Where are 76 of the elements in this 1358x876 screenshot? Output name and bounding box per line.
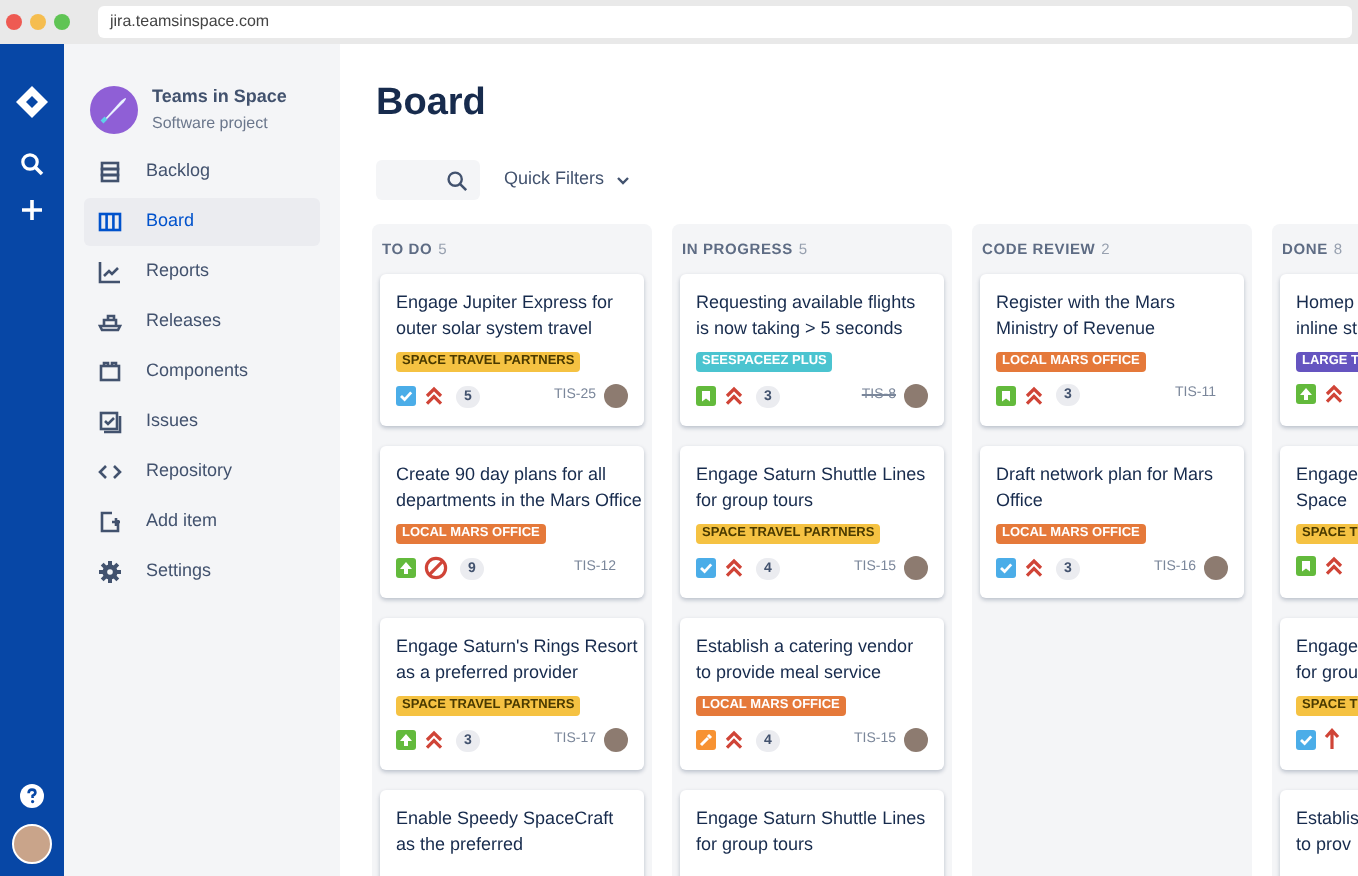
double-chevron-up-icon [1024, 385, 1044, 405]
nav-item[interactable]: Repository [84, 447, 320, 495]
double-chevron-up-icon [1024, 558, 1044, 578]
search-field[interactable] [376, 160, 480, 200]
assignee-avatar[interactable] [604, 384, 628, 408]
project-avatar[interactable] [90, 85, 138, 134]
search-icon[interactable] [20, 152, 44, 176]
plus-icon[interactable] [20, 198, 44, 222]
arrow-up-icon [396, 558, 416, 578]
double-chevron-up-icon [724, 730, 744, 750]
issue-summary: Establish a catering vendor to provide meal service [696, 634, 914, 686]
nav-item[interactable]: Components [84, 347, 320, 395]
project-type: Software project [152, 111, 270, 135]
issue-card[interactable]: Enable Speedy SpaceCraft as the preferred [380, 790, 644, 876]
issue-summary: Create 90 day plans for all departments in the Mars Office [396, 462, 642, 514]
ship-icon [98, 309, 122, 333]
double-chevron-up-icon [724, 558, 744, 578]
checkbox-icon [396, 386, 416, 406]
bookmark-icon [996, 385, 1016, 405]
issue-card[interactable]: Engage Saturn Shuttle Lines for group tours [680, 790, 944, 876]
project-name: Teams in Space [152, 84, 287, 110]
double-chevron-up-icon [424, 730, 444, 750]
chevron-down-icon [616, 175, 631, 185]
assignee-avatar[interactable] [904, 556, 928, 580]
assignee-avatar[interactable] [1204, 556, 1228, 580]
nav-item[interactable]: Board [84, 197, 320, 245]
component-icon [98, 359, 122, 383]
assignee-avatar[interactable] [904, 728, 928, 752]
double-chevron-up-icon [424, 386, 444, 406]
arrow-up-icon [1296, 384, 1316, 404]
issue-card[interactable]: Establis to prov [1280, 790, 1358, 876]
nav-item[interactable]: Reports [84, 247, 320, 295]
nav-item[interactable]: Add item [84, 497, 320, 545]
bookmark-icon [1296, 556, 1316, 576]
issue-summary: Engage Saturn's Rings Resort as a preferred provider [396, 634, 638, 686]
columns-icon [98, 209, 122, 233]
logo-icon[interactable] [14, 84, 50, 120]
issue-summary: Engage Space [1296, 462, 1358, 514]
gear-icon [98, 559, 122, 583]
issue-summary: Engage Saturn Shuttle Lines for group tours [696, 462, 926, 514]
search-icon [446, 169, 468, 191]
backlog-icon [98, 159, 122, 183]
issue-summary: Homep inline st [1296, 290, 1358, 342]
assignee-avatar[interactable] [904, 384, 928, 408]
user-avatar[interactable] [12, 824, 52, 864]
issue-summary: Engage Jupiter Express for outer solar system travel [396, 290, 614, 342]
issue-summary: Enable Speedy SpaceCraft as the preferred [396, 806, 614, 858]
blocked-icon [424, 556, 448, 580]
issue-summary: Engage Saturn Shuttle Lines for group tours [696, 806, 926, 858]
issue-summary: Establis to prov [1296, 806, 1358, 858]
issue-summary: Register with the Mars Ministry of Revenue [996, 290, 1176, 342]
double-chevron-up-icon [1324, 556, 1344, 576]
arrow-up-icon [1324, 728, 1340, 750]
quick-filters-dropdown[interactable]: Quick Filters [504, 166, 631, 194]
assignee-avatar[interactable] [604, 728, 628, 752]
address-field[interactable]: jira.teamsinspace.com [98, 6, 1352, 38]
checkbox-icon [1296, 729, 1316, 749]
issue-summary: Engage for grou [1296, 634, 1358, 686]
page-title: Board [376, 80, 488, 128]
checkbox-icon [696, 558, 716, 578]
issue-summary: Draft network plan for Mars Office [996, 462, 1214, 514]
nav-item[interactable]: Backlog [84, 147, 320, 195]
checkbox-icon [996, 558, 1016, 578]
double-chevron-up-icon [1324, 384, 1344, 404]
help-icon[interactable] [20, 784, 44, 808]
nav-item[interactable]: Issues [84, 397, 320, 445]
bookmark-icon [696, 386, 716, 406]
code-icon [98, 459, 122, 483]
issues-icon [98, 409, 122, 433]
nav-item[interactable]: Releases [84, 297, 320, 345]
double-chevron-up-icon [724, 386, 744, 406]
chart-icon [98, 259, 122, 283]
arrow-up-icon [396, 730, 416, 750]
issue-summary: Requesting available flights is now taking > 5 seconds [696, 290, 916, 342]
nav-item[interactable]: Settings [84, 547, 320, 595]
add-page-icon [98, 509, 122, 533]
